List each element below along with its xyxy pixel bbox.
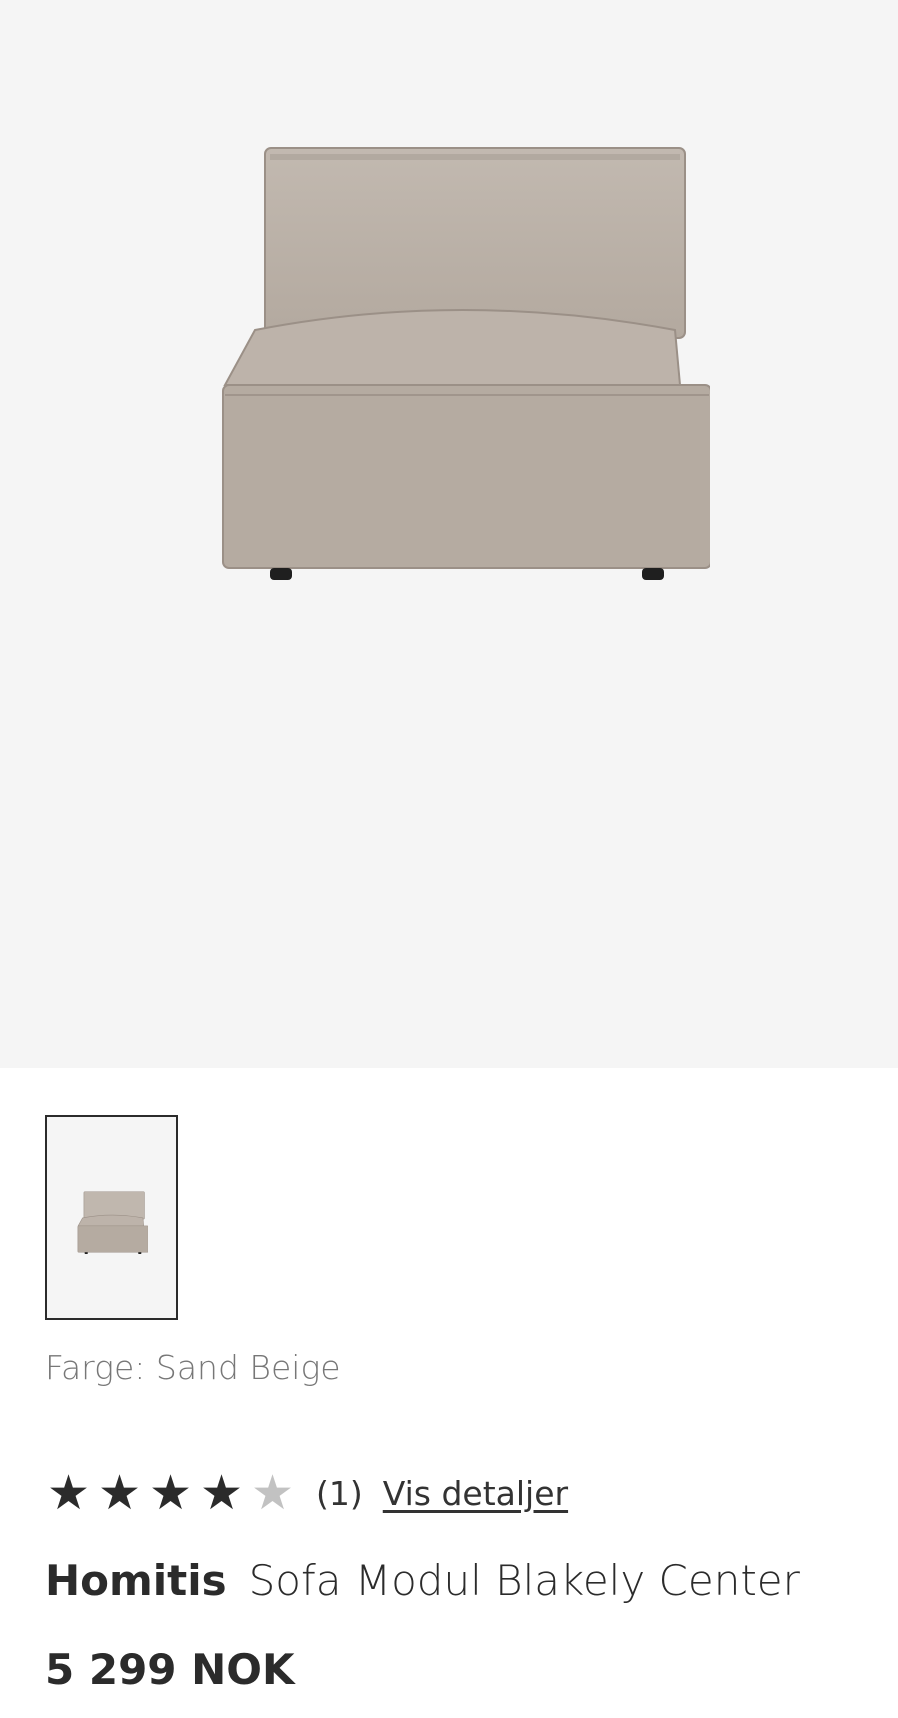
brand-name: Homitis — [45, 1556, 227, 1605]
sofa-module-icon — [222, 147, 710, 580]
rating-row: ★ ★ ★ ★ ★ (1) Vis detaljer — [45, 1468, 568, 1518]
product-price: 5 299 NOK — [45, 1645, 295, 1694]
star-filled-icon: ★ — [46, 1465, 91, 1521]
star-filled-icon: ★ — [148, 1465, 193, 1521]
star-filled-icon: ★ — [199, 1465, 244, 1521]
product-title: Homitis Sofa Modul Blakely Center — [45, 1556, 800, 1605]
product-name: Sofa Modul Blakely Center — [248, 1556, 800, 1605]
view-details-link[interactable]: Vis detaljer — [383, 1474, 568, 1513]
star-empty-icon: ★ — [250, 1465, 295, 1521]
review-count: (1) — [316, 1473, 363, 1513]
product-main-image[interactable] — [0, 0, 898, 1068]
star-rating: ★ ★ ★ ★ ★ — [45, 1469, 296, 1517]
color-label: Farge: Sand Beige — [45, 1348, 341, 1387]
sofa-module-icon — [77, 1191, 148, 1254]
star-filled-icon: ★ — [97, 1465, 142, 1521]
product-thumbnail[interactable] — [45, 1115, 178, 1320]
